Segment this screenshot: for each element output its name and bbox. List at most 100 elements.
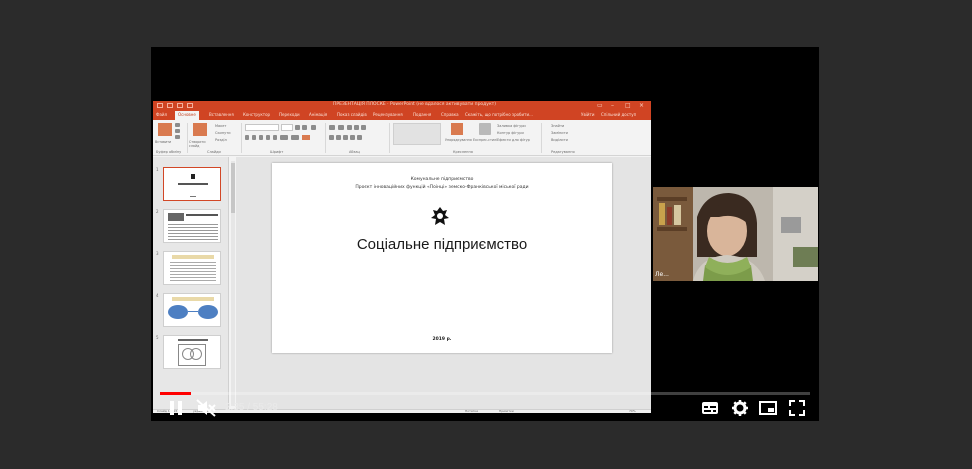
page: ПРЕЗЕНТАЦІЯ ПЛОСКЕ · PowerPoint (не вдал… xyxy=(0,0,972,469)
shape-effects-label: Ефекти для фігур xyxy=(497,138,530,142)
notes-toggle: Нотатки xyxy=(465,409,479,413)
line-spacing-icon xyxy=(361,125,366,130)
emblem-icon xyxy=(431,207,449,225)
shapes-gallery xyxy=(393,123,441,145)
participant-name: Ле... xyxy=(655,271,669,278)
comments-toggle: Примітки xyxy=(499,409,514,413)
slide-thumbnail xyxy=(163,251,221,285)
slides-group-label: Слайди xyxy=(207,150,221,154)
slide-org-text: Комунальне підприємство xyxy=(410,177,474,182)
justify-icon xyxy=(350,135,355,140)
shadow-icon xyxy=(273,135,277,140)
copy-icon xyxy=(175,129,180,133)
underline-icon xyxy=(259,135,263,140)
thumb-title-line xyxy=(178,183,208,185)
slide-number: 1 xyxy=(156,167,159,172)
tab-home: Основне xyxy=(175,111,199,120)
thumbnail-scrollbar xyxy=(231,161,235,406)
ribbon-separator xyxy=(389,123,390,153)
maximize-icon: □ xyxy=(625,102,631,109)
ribbon-options-icon: ▭ xyxy=(597,102,603,109)
progress-bar[interactable] xyxy=(160,392,810,395)
share-button: Спільний доступ xyxy=(601,112,637,117)
slide-number: 2 xyxy=(156,209,159,214)
bullets-icon xyxy=(329,125,335,130)
volume-muted-icon[interactable] xyxy=(195,398,217,418)
new-slide-label: Створити слайд xyxy=(189,140,206,148)
pause-icon[interactable] xyxy=(166,398,186,418)
font-group-label: Шрифт xyxy=(270,150,284,154)
tab-insert: Вставлення xyxy=(209,112,234,117)
thumb-circle xyxy=(190,348,202,360)
thumb-header-bar xyxy=(172,255,214,259)
thumb-image xyxy=(168,213,184,221)
indent-more-icon xyxy=(354,125,359,130)
spacing-icon xyxy=(280,135,288,140)
ppt-ribbon-tabs: Файл Основне Вставлення Конструктор Пере… xyxy=(153,111,651,120)
zoom-level: 70% xyxy=(629,409,636,413)
shrink-font-icon xyxy=(302,125,307,130)
progress-played xyxy=(160,392,191,395)
present-icon xyxy=(187,103,193,108)
slide-number: 5 xyxy=(156,335,159,340)
paste-icon xyxy=(158,123,172,136)
drawing-group-label: Креслення xyxy=(453,150,473,154)
thumb-title-line xyxy=(178,339,208,341)
time-display: 2:35 / 55:28 xyxy=(225,402,278,413)
tab-help: Справка xyxy=(441,112,459,117)
thumb-ellipse xyxy=(168,305,188,319)
cut-icon xyxy=(175,123,180,127)
clipboard-group-label: Буфер обміну xyxy=(156,150,182,154)
tab-transitions: Переходи xyxy=(279,112,300,117)
tab-view: Подання xyxy=(413,112,432,117)
slide-thumbnail xyxy=(163,167,221,201)
slide-thumbnail xyxy=(163,335,221,369)
subtitles-icon[interactable] xyxy=(701,399,719,417)
ribbon-separator xyxy=(325,123,326,153)
clear-format-icon xyxy=(311,125,316,130)
undo-icon xyxy=(167,103,173,108)
arrange-icon xyxy=(451,123,463,135)
editing-group-label: Редагування xyxy=(551,150,575,154)
ppt-ribbon: Вставити Створити слайд Макет Скинути Ро… xyxy=(153,120,651,156)
powerpoint-window: ПРЕЗЕНТАЦІЯ ПЛОСКЕ · PowerPoint (не вдал… xyxy=(153,101,651,413)
slide-title: Соціальне підприємство xyxy=(356,236,528,253)
miniplayer-icon[interactable] xyxy=(759,399,777,417)
align-center-icon xyxy=(336,135,341,140)
font-color-icon xyxy=(302,135,310,140)
sign-in-link: Увійти xyxy=(581,112,595,117)
find-label: Знайти xyxy=(551,124,565,128)
webcam-feed: Ле... xyxy=(653,187,818,281)
font-name-field xyxy=(245,124,279,131)
bold-icon xyxy=(245,135,249,140)
arrange-label: Упорядкування xyxy=(445,138,472,142)
tab-slideshow: Показ слайдів xyxy=(337,112,367,117)
format-painter-icon xyxy=(175,135,180,139)
numbering-icon xyxy=(338,125,344,130)
thumb-ellipse xyxy=(198,305,218,319)
italic-icon xyxy=(252,135,256,140)
font-size-field xyxy=(281,124,293,131)
close-icon: × xyxy=(639,102,645,109)
fullscreen-icon[interactable] xyxy=(788,399,806,417)
video-player[interactable]: ПРЕЗЕНТАЦІЯ ПЛОСКЕ · PowerPoint (не вдал… xyxy=(151,47,819,421)
shape-outline-label: Контур фігури xyxy=(497,131,524,135)
ribbon-separator xyxy=(541,123,542,153)
webcam-image xyxy=(653,187,818,281)
tab-design: Конструктор xyxy=(243,112,271,117)
replace-label: Замінити xyxy=(551,131,568,135)
slide-editor: Комунальне підприємство Проєкт інновацій… xyxy=(236,157,651,409)
thumb-title-line xyxy=(186,214,218,216)
tab-review: Рецензування xyxy=(373,112,403,117)
paste-label: Вставити xyxy=(155,140,172,144)
slide-number: 4 xyxy=(156,293,159,298)
quick-styles-icon xyxy=(479,123,491,135)
case-icon xyxy=(291,135,299,140)
gear-icon[interactable] xyxy=(731,399,749,417)
thumb-connector xyxy=(188,311,198,312)
slide-program-text: Проєкт інноваційних функцій «Поінці» зем… xyxy=(355,185,529,190)
columns-icon xyxy=(357,135,362,140)
save-icon xyxy=(157,103,163,108)
current-slide: Комунальне підприємство Проєкт інновацій… xyxy=(272,163,612,353)
layout-label: Макет xyxy=(215,124,227,128)
